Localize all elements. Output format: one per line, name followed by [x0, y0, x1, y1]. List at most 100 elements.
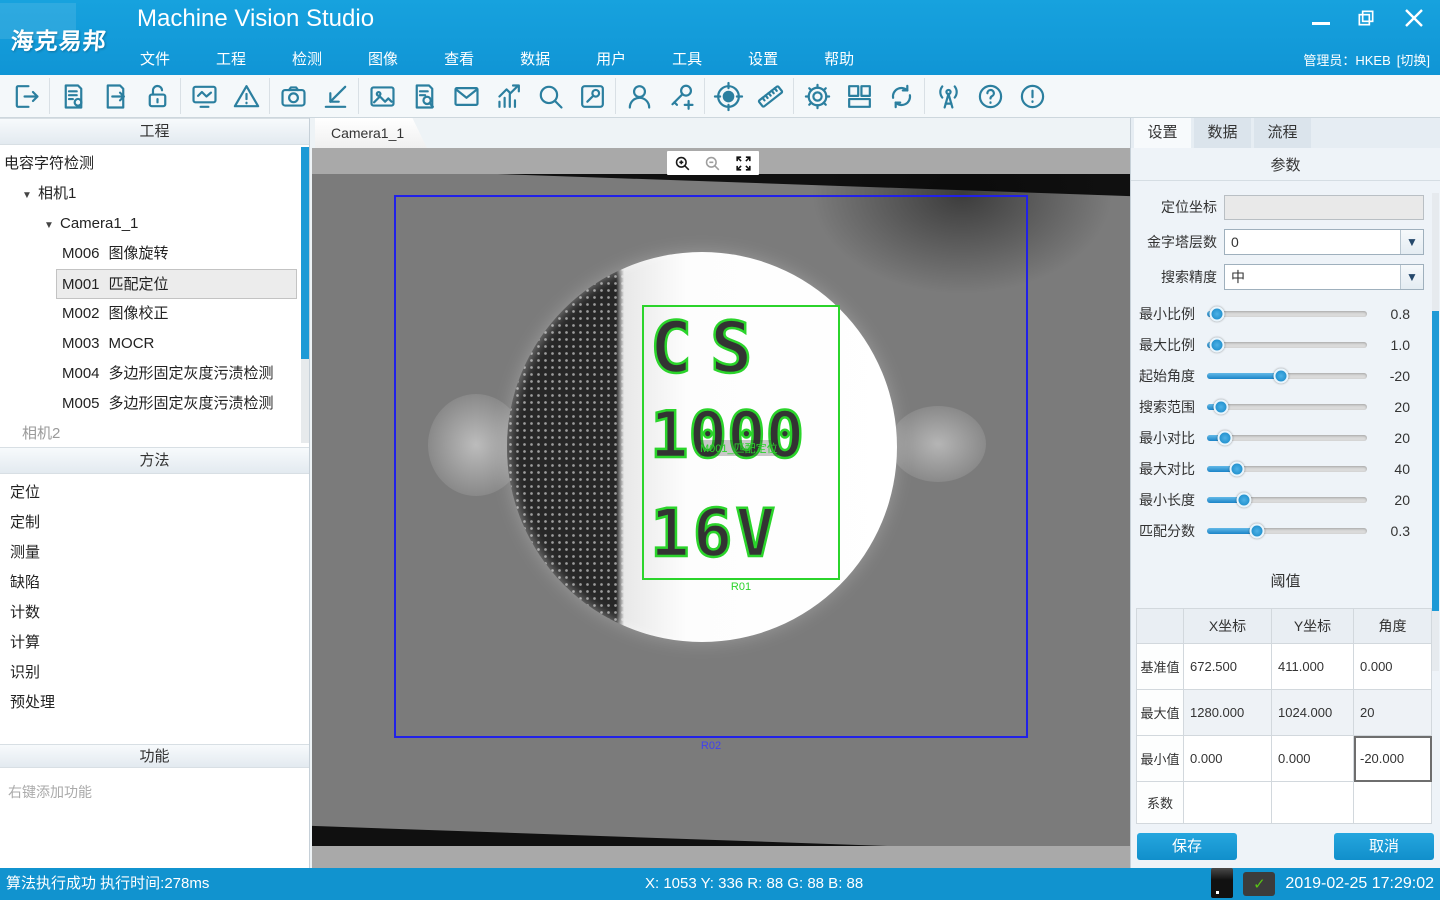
method-item-custom[interactable]: 定制 — [0, 508, 309, 538]
table-cell[interactable]: 20 — [1354, 690, 1432, 736]
slider-thumb[interactable] — [1214, 399, 1229, 414]
slider-thumb[interactable] — [1217, 430, 1232, 445]
method-item-preprocess[interactable]: 预处理 — [0, 688, 309, 718]
save-button[interactable]: 保存 — [1137, 833, 1237, 860]
table-cell[interactable]: 0.000 — [1354, 644, 1432, 690]
table-cell[interactable] — [1184, 782, 1272, 824]
method-item-calc[interactable]: 计算 — [0, 628, 309, 658]
params-scrollbar-thumb[interactable] — [1432, 311, 1439, 611]
position-input[interactable] — [1224, 195, 1424, 220]
slider-thumb[interactable] — [1230, 461, 1245, 476]
tree-item-m002[interactable]: M002图像校正 — [0, 299, 309, 329]
help-icon[interactable] — [969, 76, 1011, 116]
logout-icon[interactable] — [5, 76, 47, 116]
max-scale-slider[interactable] — [1207, 342, 1367, 348]
chevron-down-icon[interactable]: ▼ — [1400, 265, 1423, 289]
method-item-locate[interactable]: 定位 — [0, 478, 309, 508]
chevron-down-icon[interactable]: ▼ — [44, 211, 60, 241]
restore-button[interactable] — [1356, 8, 1376, 28]
tab-settings[interactable]: 设置 — [1134, 118, 1191, 148]
precision-dropdown[interactable]: 中▼ — [1224, 264, 1424, 290]
search-range-slider[interactable] — [1207, 404, 1367, 410]
document-export-icon[interactable] — [94, 76, 136, 116]
method-item-defect[interactable]: 缺陷 — [0, 568, 309, 598]
layout-icon[interactable] — [838, 76, 880, 116]
pyramid-dropdown[interactable]: 0▼ — [1224, 229, 1424, 255]
slider-thumb[interactable] — [1209, 306, 1224, 321]
slider-thumb[interactable] — [1209, 337, 1224, 352]
camera-image[interactable]: R02 R01 CS 1000 16V M001_匹配定位 — [312, 174, 1130, 846]
tree-item-m001-selected[interactable]: M001匹配定位 — [56, 269, 297, 299]
table-cell-selected[interactable]: -20.000 — [1354, 736, 1432, 782]
table-cell[interactable] — [1272, 782, 1354, 824]
table-cell[interactable] — [1354, 782, 1432, 824]
menu-project[interactable]: 工程 — [216, 48, 246, 69]
target-icon[interactable] — [707, 76, 749, 116]
menu-image[interactable]: 图像 — [368, 48, 398, 69]
mail-icon[interactable] — [445, 76, 487, 116]
tree-scrollbar-thumb[interactable] — [301, 147, 309, 359]
method-item-recognize[interactable]: 识别 — [0, 658, 309, 688]
method-item-count[interactable]: 计数 — [0, 598, 309, 628]
menu-user[interactable]: 用户 — [596, 48, 626, 69]
camera-icon[interactable] — [272, 76, 314, 116]
search-icon[interactable] — [529, 76, 571, 116]
menu-file[interactable]: 文件 — [140, 48, 170, 69]
monitor-icon[interactable] — [183, 76, 225, 116]
chart-up-icon[interactable] — [487, 76, 529, 116]
tree-item-root[interactable]: 电容字符检测 — [0, 149, 309, 179]
start-angle-slider[interactable] — [1207, 373, 1367, 379]
table-cell[interactable]: 411.000 — [1272, 644, 1354, 690]
broadcast-icon[interactable] — [927, 76, 969, 116]
slider-thumb[interactable] — [1249, 523, 1264, 538]
image-viewer[interactable]: R02 R01 CS 1000 16V M001_匹配定位 — [312, 148, 1130, 868]
user-icon[interactable] — [618, 76, 660, 116]
warning-triangle-icon[interactable] — [225, 76, 267, 116]
table-cell[interactable]: 672.500 — [1184, 644, 1272, 690]
zoom-in-icon[interactable] — [673, 154, 692, 173]
params-scrollbar[interactable] — [1432, 193, 1439, 671]
tab-flow[interactable]: 流程 — [1254, 118, 1311, 148]
lock-icon[interactable] — [136, 76, 178, 116]
chevron-down-icon[interactable]: ▼ — [1400, 230, 1423, 254]
tree-item-camera1-group[interactable]: ▼相机1 — [0, 179, 309, 209]
menu-tools[interactable]: 工具 — [672, 48, 702, 69]
tree-item-m006[interactable]: M006图像旋转 — [0, 239, 309, 269]
chevron-down-icon[interactable]: ▼ — [22, 181, 38, 211]
cancel-button[interactable]: 取消 — [1334, 833, 1434, 860]
document-settings-icon[interactable] — [52, 76, 94, 116]
document-search-icon[interactable] — [403, 76, 445, 116]
max-contrast-slider[interactable] — [1207, 466, 1367, 472]
alert-icon[interactable] — [1011, 76, 1053, 116]
tree-item-camera1-1[interactable]: ▼Camera1_1 — [0, 209, 309, 239]
table-cell[interactable]: 0.000 — [1272, 736, 1354, 782]
tree-scrollbar[interactable] — [301, 147, 309, 443]
tree-item-m003[interactable]: M003MOCR — [0, 329, 309, 359]
match-score-slider[interactable] — [1207, 528, 1367, 534]
slider-thumb[interactable] — [1273, 368, 1288, 383]
close-button[interactable] — [1402, 6, 1426, 30]
ruler-icon[interactable] — [749, 76, 791, 116]
tab-data[interactable]: 数据 — [1194, 118, 1251, 148]
sync-icon[interactable] — [880, 76, 922, 116]
image-icon[interactable] — [361, 76, 403, 116]
tab-camera1-1[interactable]: Camera1_1 — [315, 118, 427, 148]
tree-item-m004[interactable]: M004多边形固定灰度污渍检测 — [0, 359, 309, 389]
min-scale-slider[interactable] — [1207, 311, 1367, 317]
fullscreen-icon[interactable] — [734, 154, 753, 173]
wrench-panel-icon[interactable] — [571, 76, 613, 116]
slider-thumb[interactable] — [1236, 492, 1251, 507]
menu-view[interactable]: 查看 — [444, 48, 474, 69]
menu-inspect[interactable]: 检测 — [292, 48, 322, 69]
min-length-slider[interactable] — [1207, 497, 1367, 503]
import-icon[interactable] — [314, 76, 356, 116]
zoom-out-icon[interactable] — [703, 154, 722, 173]
tree-item-camera2[interactable]: 相机2 — [0, 419, 309, 447]
table-cell[interactable]: 0.000 — [1184, 736, 1272, 782]
gear-icon[interactable] — [796, 76, 838, 116]
menu-settings[interactable]: 设置 — [748, 48, 778, 69]
tree-item-m005[interactable]: M005多边形固定灰度污渍检测 — [0, 389, 309, 419]
minimize-button[interactable] — [1312, 22, 1330, 25]
key-add-icon[interactable] — [660, 76, 702, 116]
table-cell[interactable]: 1280.000 — [1184, 690, 1272, 736]
